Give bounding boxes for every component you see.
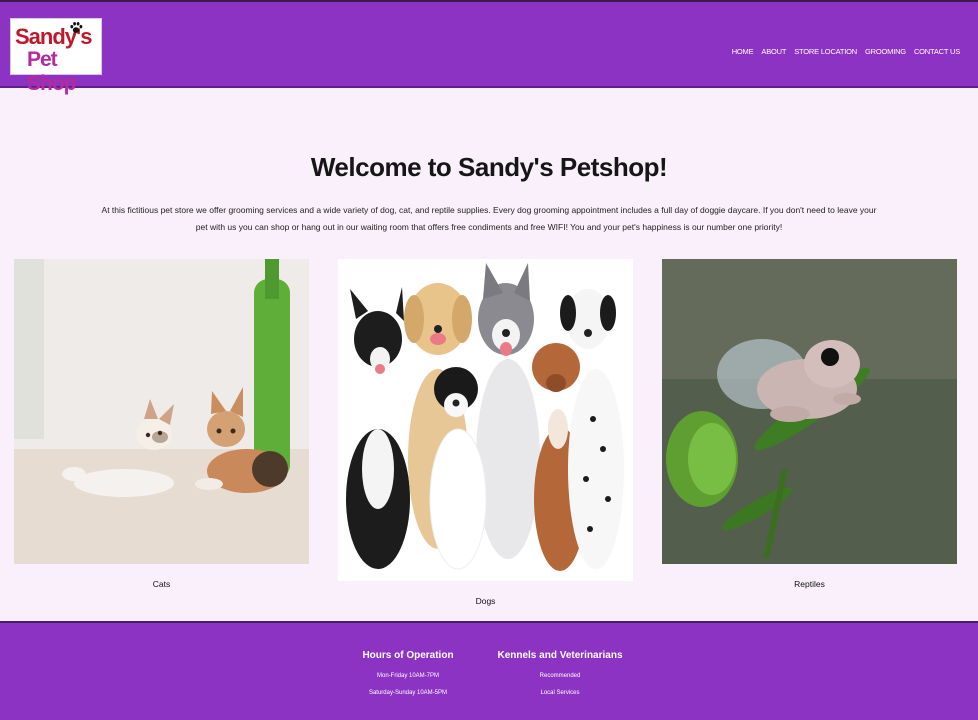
- site-footer: Hours of Operation Mon-Friday 10AM-7PM S…: [0, 621, 978, 720]
- kennels-local-services-link[interactable]: Local Services: [494, 690, 626, 696]
- footer-hours: Hours of Operation Mon-Friday 10AM-7PM S…: [340, 623, 476, 696]
- page-title: Welcome to Sandy's Petshop!: [310, 152, 668, 182]
- nav-home[interactable]: HOME: [728, 47, 758, 56]
- hours-weekday: Mon-Friday 10AM-7PM: [376, 673, 439, 679]
- reptiles-illustration: [662, 259, 957, 564]
- footer-kennels: Kennels and Veterinarians Recommended Lo…: [494, 623, 626, 696]
- nav-grooming[interactable]: GROOMING: [861, 47, 910, 56]
- cats-illustration: [14, 259, 309, 564]
- hours-heading: Hours of Operation: [362, 650, 454, 661]
- hours-weekend: Saturday-Sunday 10AM-5PM: [368, 690, 448, 696]
- dogs-illustration: [338, 259, 633, 581]
- dogs-caption: Dogs: [475, 596, 496, 606]
- main-nav: HOME ABOUT STORE LOCATION GROOMING CONTA…: [728, 47, 964, 56]
- cats-caption: Cats: [152, 579, 171, 589]
- main-content: Welcome to Sandy's Petshop! At this fict…: [0, 88, 978, 621]
- nav-about[interactable]: ABOUT: [757, 47, 790, 56]
- reptiles-image[interactable]: [662, 259, 957, 564]
- nav-contact-us[interactable]: CONTACT US: [910, 47, 964, 56]
- kennels-recommended-link[interactable]: Recommended: [494, 673, 626, 679]
- site-header: Sandy's Pet Shop HOME ABOUT STORE LOCATI…: [0, 0, 978, 95]
- nav-store-location[interactable]: STORE LOCATION: [790, 47, 861, 56]
- intro-text: At this fictitious pet store we offer gr…: [101, 205, 877, 232]
- cats-image[interactable]: [14, 259, 309, 564]
- site-logo[interactable]: Sandy's Pet Shop: [10, 18, 102, 95]
- kennels-heading: Kennels and Veterinarians: [497, 650, 623, 661]
- paw-icon: [70, 22, 83, 33]
- reptiles-caption: Reptiles: [794, 579, 825, 589]
- dogs-image[interactable]: [338, 259, 633, 581]
